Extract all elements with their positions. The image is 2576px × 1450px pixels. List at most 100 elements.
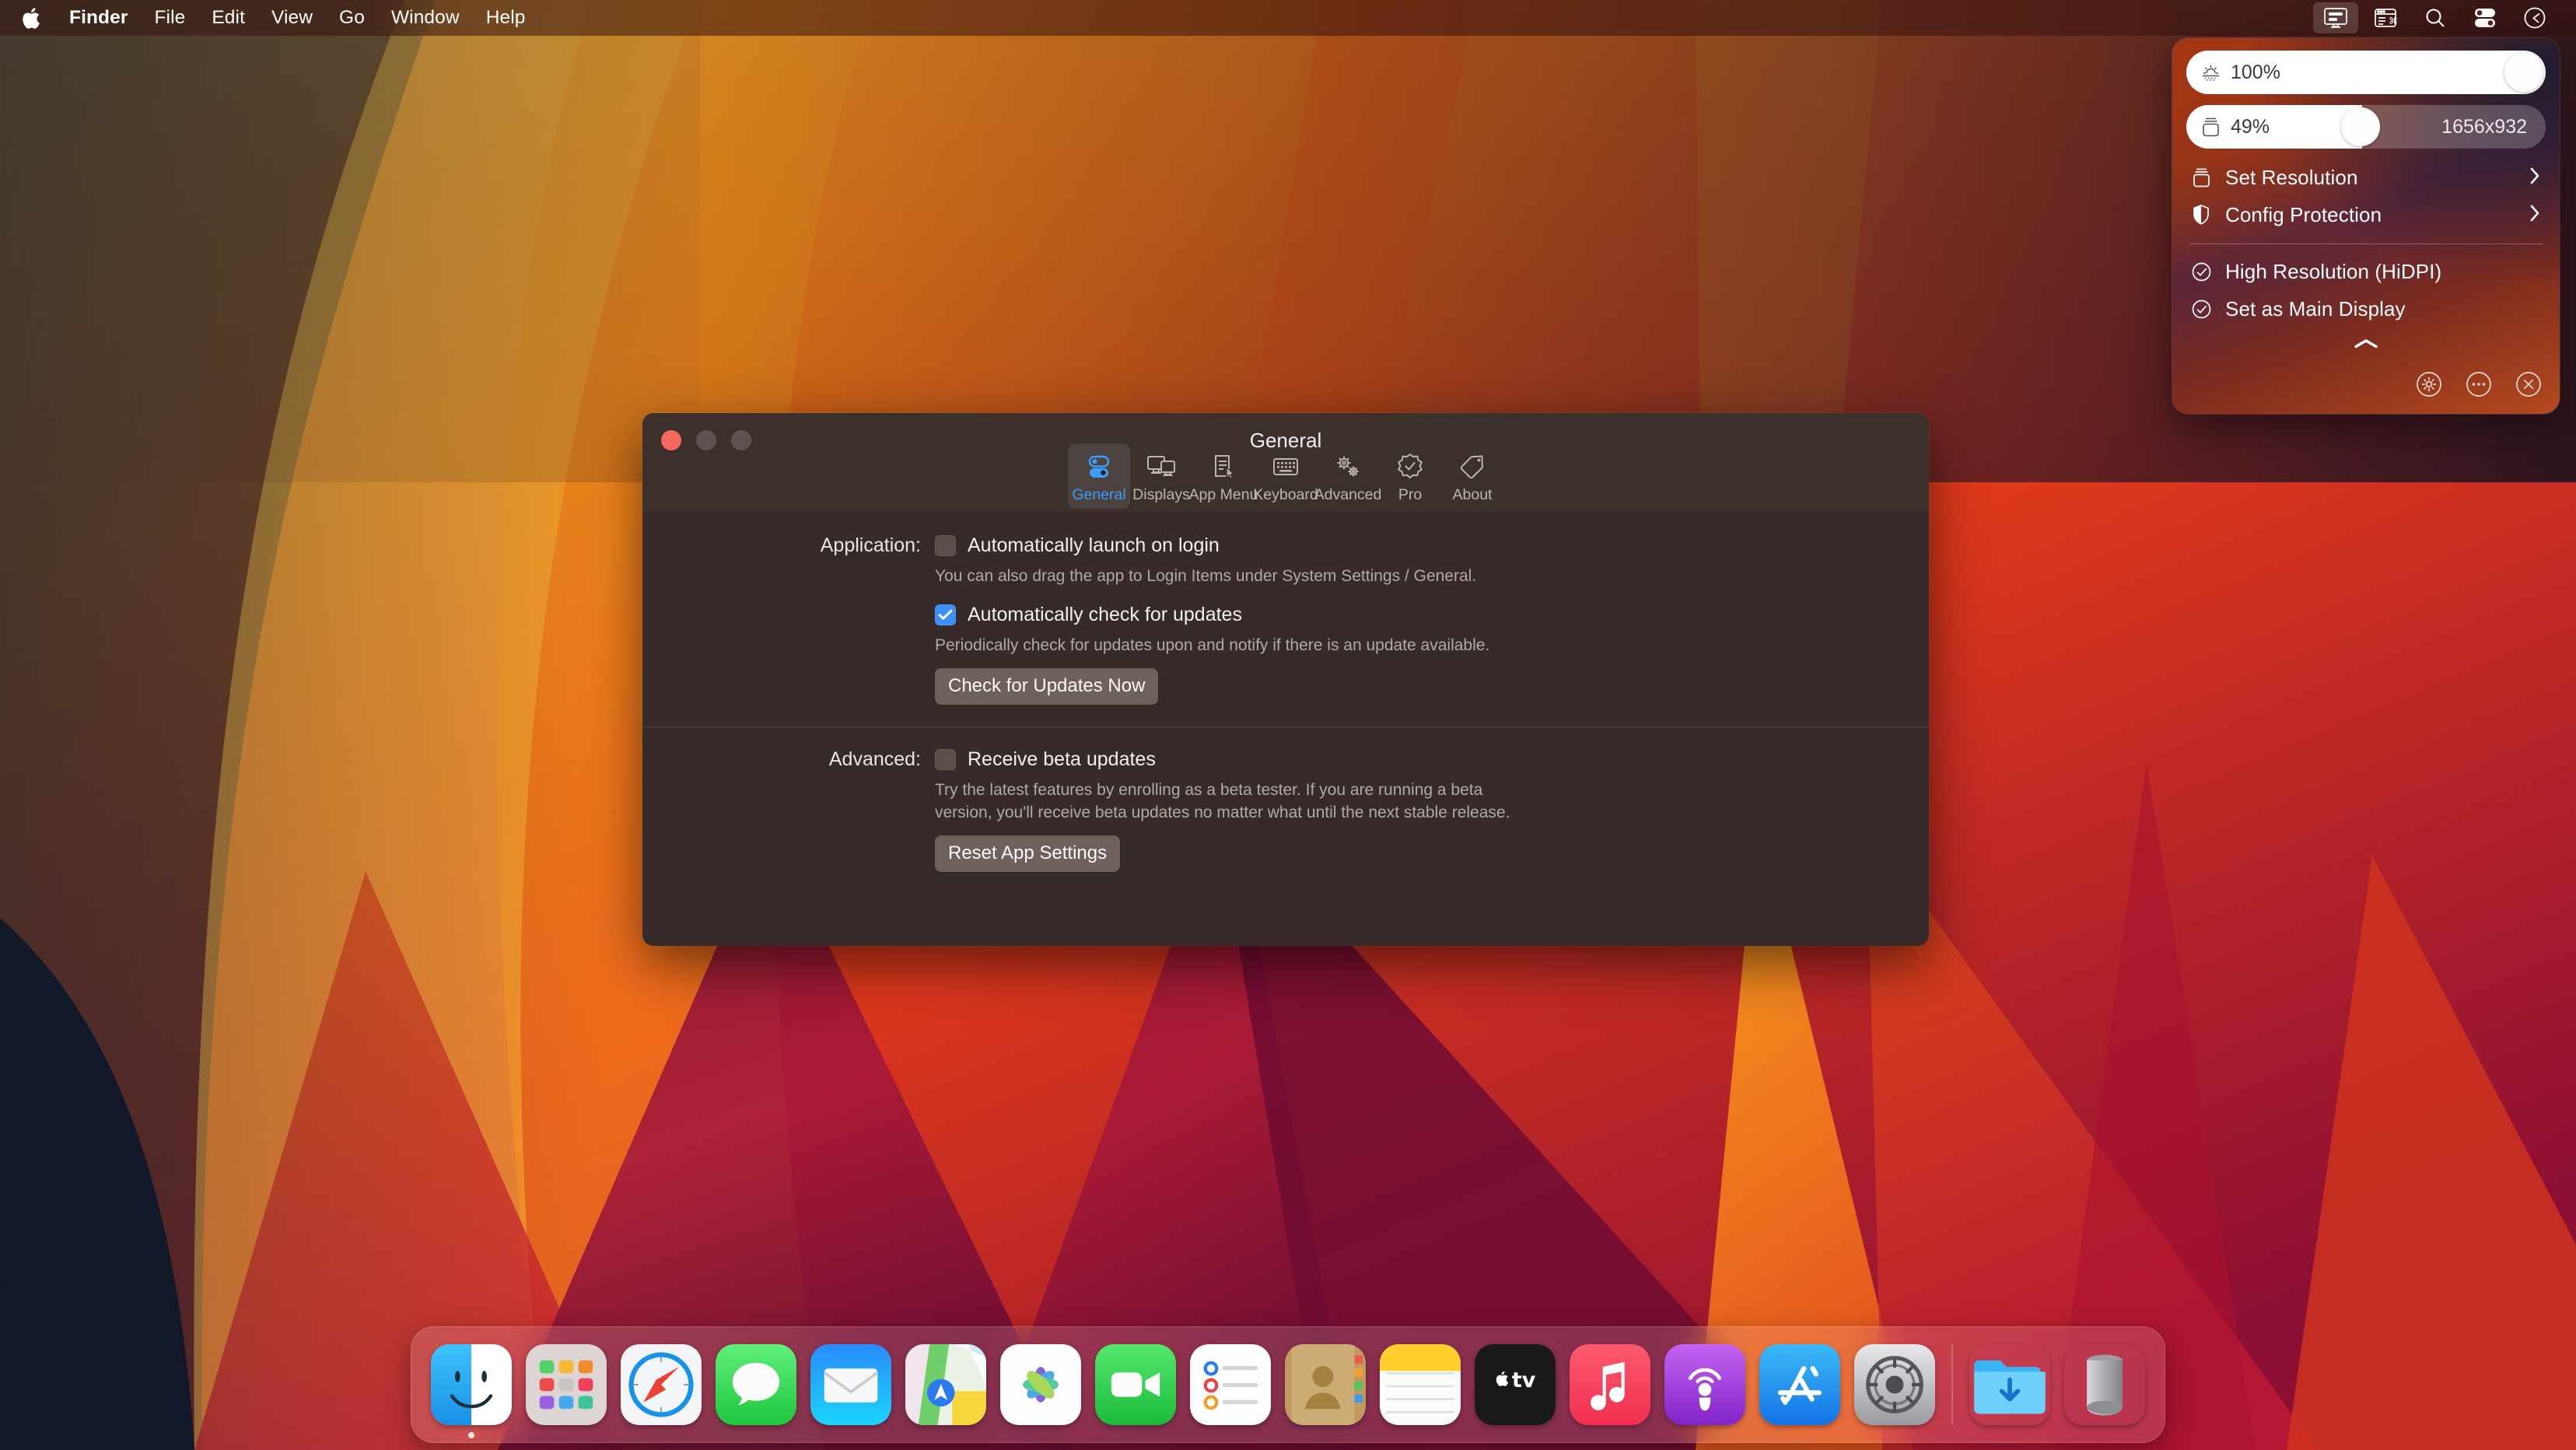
messages-icon [716, 1344, 796, 1425]
reminders-icon [1190, 1344, 1271, 1425]
control-center-icon[interactable] [2462, 2, 2508, 33]
auto-update-checkbox[interactable] [935, 604, 956, 625]
dock-item-finder[interactable] [424, 1344, 519, 1438]
brightness-value: 100% [2231, 61, 2280, 83]
tab-about[interactable]: About [1441, 443, 1503, 509]
menu-item-file[interactable]: File [141, 6, 198, 30]
menu-item-view[interactable]: View [258, 6, 326, 30]
tab-general[interactable]: General [1068, 443, 1130, 509]
beta-updates-label: Receive beta updates [968, 748, 1156, 770]
brightness-slider[interactable]: 100% [2186, 51, 2546, 94]
panel-item-set-resolution[interactable]: Set Resolution [2186, 159, 2546, 195]
panel-item-label: Config Protection [2225, 202, 2382, 226]
menu-item-go[interactable]: Go [326, 6, 378, 30]
panel-item-label: Set Resolution [2225, 165, 2358, 189]
settings-gear-button[interactable] [2413, 369, 2445, 400]
launch-on-login-row: Application: Automatically launch on log… [642, 534, 1929, 705]
dock-item-notes[interactable] [1373, 1344, 1468, 1425]
trash-icon [2087, 1354, 2123, 1416]
finder-icon [431, 1344, 512, 1425]
shortcuts-window-icon[interactable]: ⌘ [2363, 2, 2408, 33]
system-settings-icon [1854, 1344, 1935, 1425]
tab-label: Pro [1398, 486, 1423, 503]
close-panel-button[interactable] [2513, 369, 2544, 400]
menu-item-window[interactable]: Window [378, 6, 473, 30]
launch-on-login-checkbox[interactable] [935, 535, 956, 556]
displays-icon [1145, 450, 1178, 484]
dock-item-launchpad[interactable] [519, 1344, 614, 1425]
menu-item-help[interactable]: Help [473, 6, 539, 30]
dock-item-trash[interactable] [2057, 1344, 2152, 1425]
dock-item-safari[interactable] [614, 1344, 709, 1425]
dock-item-system-settings[interactable] [1847, 1344, 1942, 1425]
panel-toggle-high-resolution[interactable]: High Resolution (HiDPI) [2186, 254, 2546, 289]
dock-item-facetime[interactable] [1088, 1344, 1183, 1425]
tag-icon [1457, 450, 1488, 484]
app-store-icon [1759, 1344, 1840, 1425]
checkmark-icon [938, 609, 953, 620]
tab-advanced[interactable]: Advanced [1314, 443, 1382, 509]
apple-logo-icon[interactable] [17, 2, 44, 33]
search-icon[interactable] [2413, 2, 2458, 33]
brightness-slider-knob[interactable] [2504, 53, 2543, 92]
maps-icon [905, 1344, 986, 1425]
check-circle-icon [2188, 261, 2214, 282]
beta-updates-help: Try the latest features by enrolling as … [935, 780, 1510, 822]
dock-item-app-store[interactable] [1752, 1344, 1847, 1425]
display-stack-icon [2188, 167, 2214, 188]
tab-keyboard[interactable]: Keyboard [1253, 443, 1318, 509]
notes-icon [1380, 1344, 1461, 1425]
resolution-slider[interactable]: 49% 1656x932 [2186, 105, 2546, 149]
chevron-right-icon [2529, 166, 2541, 189]
keyboard-icon [1270, 450, 1301, 484]
tab-label: Advanced [1314, 486, 1382, 503]
dock: tv [411, 1326, 2165, 1443]
dock-item-downloads-folder[interactable] [1962, 1344, 2057, 1425]
beta-updates-checkbox[interactable] [935, 748, 956, 770]
podcasts-icon [1664, 1344, 1745, 1425]
gears-icon [1332, 450, 1364, 484]
dock-item-maps[interactable] [898, 1344, 993, 1425]
panel-toggle-label: Set as Main Display [2225, 296, 2406, 320]
dock-item-apple-tv[interactable]: tv [1468, 1344, 1563, 1425]
panel-content: 100% 49% 1656x932 Set Resolution Config … [2172, 38, 2560, 414]
siri-clock-icon[interactable] [2512, 2, 2557, 33]
toggles-icon [1083, 450, 1115, 484]
display-stack-icon [2199, 115, 2222, 138]
safari-icon [621, 1344, 702, 1425]
music-icon [1570, 1344, 1650, 1425]
dock-item-podcasts[interactable] [1657, 1344, 1752, 1425]
apple-tv-icon: tv [1475, 1344, 1556, 1425]
reset-app-settings-button[interactable]: Reset App Settings [935, 835, 1121, 873]
panel-toggle-set-main-display[interactable]: Set as Main Display [2186, 291, 2546, 327]
panel-collapse-button[interactable] [2186, 338, 2546, 350]
menu-item-edit[interactable]: Edit [198, 6, 258, 30]
tab-app-menu[interactable]: App Menu [1188, 443, 1258, 509]
dock-item-music[interactable] [1563, 1344, 1657, 1425]
tab-displays[interactable]: Displays [1130, 443, 1192, 509]
panel-item-config-protection[interactable]: Config Protection [2186, 197, 2546, 233]
dock-item-contacts[interactable] [1278, 1344, 1373, 1425]
application-section: Application: Automatically launch on log… [642, 512, 1929, 705]
dock-item-mail[interactable] [803, 1344, 898, 1425]
check-for-updates-button[interactable]: Check for Updates Now [935, 667, 1159, 705]
tab-label: About [1452, 486, 1493, 503]
tab-label: App Menu [1188, 486, 1258, 503]
display-menu-icon[interactable] [2313, 2, 2358, 33]
settings-window: General General Displays App Menu Keyboa… [642, 413, 1929, 946]
menu-item-finder[interactable]: Finder [56, 6, 141, 30]
menu-bar-left: Finder File Edit View Go Window Help [0, 0, 538, 36]
dock-item-photos[interactable] [993, 1344, 1088, 1425]
launchpad-icon [526, 1344, 607, 1425]
dock-item-reminders[interactable] [1183, 1344, 1278, 1425]
resolution-dimensions: 1656x932 [2441, 115, 2527, 138]
chevron-right-icon [2529, 204, 2541, 226]
dock-item-messages[interactable] [709, 1344, 803, 1425]
downloads-folder-icon [1974, 1360, 2046, 1414]
shield-half-icon [2188, 204, 2214, 226]
tab-pro[interactable]: Pro [1379, 443, 1441, 509]
launch-on-login-label: Automatically launch on login [968, 534, 1220, 556]
more-options-button[interactable] [2463, 369, 2494, 400]
launch-on-login-help: You can also drag the app to Login Items… [935, 567, 1477, 585]
menu-bar: Finder File Edit View Go Window Help ⌘ [0, 0, 2576, 36]
